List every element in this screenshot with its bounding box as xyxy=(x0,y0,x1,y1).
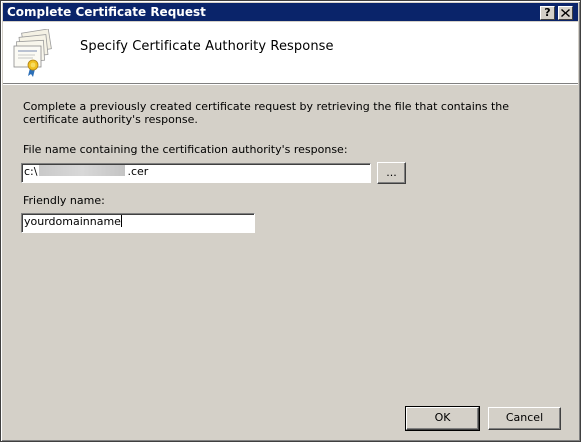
friendly-name-label: Friendly name: xyxy=(23,194,105,207)
file-name-input[interactable]: c:\ .cer xyxy=(21,163,371,183)
title-bar[interactable]: Complete Certificate Request ? xyxy=(3,3,578,21)
description-text: Complete a previously created certificat… xyxy=(23,100,510,126)
cancel-button[interactable]: Cancel xyxy=(488,407,561,430)
friendly-name-value: yourdomainname xyxy=(24,215,121,228)
browse-button[interactable]: ... xyxy=(377,162,406,184)
file-path-prefix: c:\ xyxy=(24,165,38,178)
close-button[interactable] xyxy=(558,6,573,20)
file-name-label: File name containing the certification a… xyxy=(23,143,348,156)
page-title: Specify Certificate Authority Response xyxy=(80,39,334,54)
wizard-header: Specify Certificate Authority Response xyxy=(3,22,578,85)
close-icon xyxy=(561,9,570,17)
text-cursor xyxy=(120,215,122,227)
ok-button[interactable]: OK xyxy=(405,406,480,431)
file-path-suffix: .cer xyxy=(127,165,149,178)
dialog-window: Complete Certificate Request ? Specify C… xyxy=(0,0,581,442)
help-button[interactable]: ? xyxy=(540,6,555,20)
window-title: Complete Certificate Request xyxy=(7,5,206,19)
redacted-region xyxy=(39,165,126,176)
certificate-icon xyxy=(13,29,52,77)
friendly-name-input[interactable]: yourdomainname xyxy=(21,213,255,233)
